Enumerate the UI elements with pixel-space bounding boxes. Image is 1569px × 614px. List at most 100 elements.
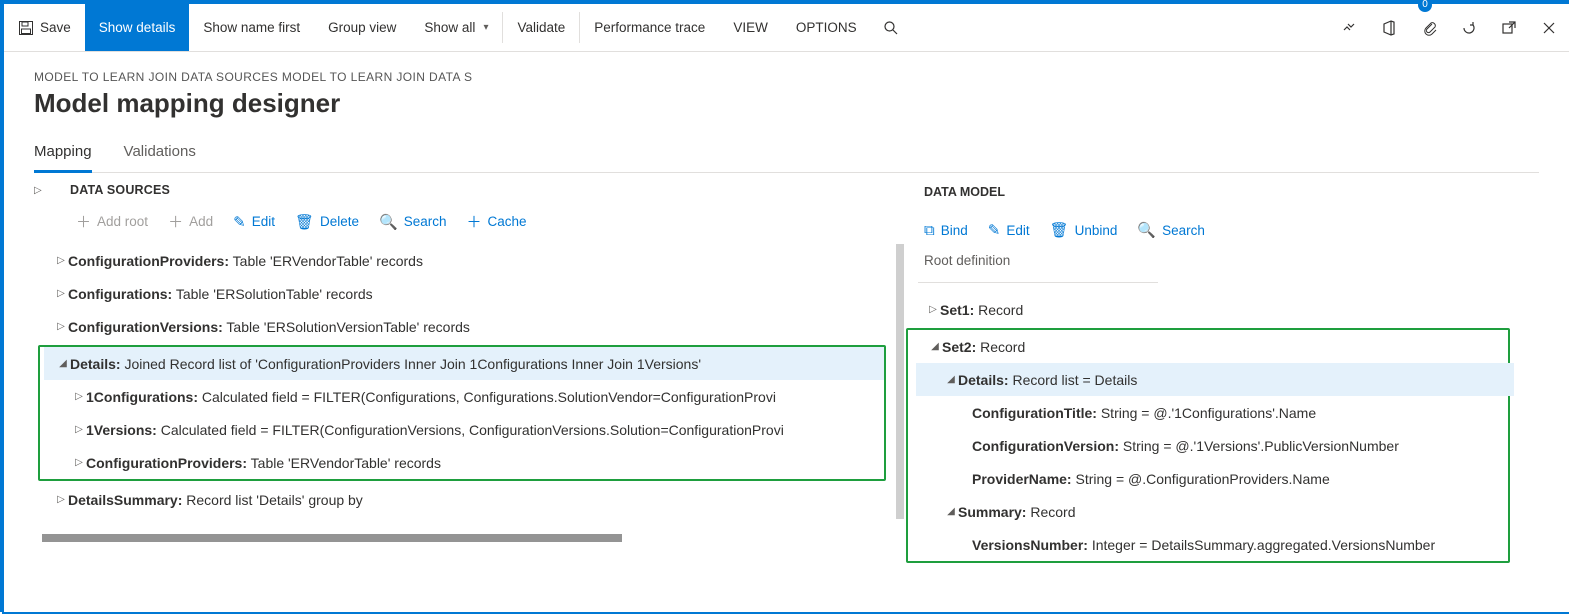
bind-label: Bind <box>941 223 968 238</box>
show-all-label: Show all <box>424 20 475 35</box>
view-menu[interactable]: VIEW <box>719 4 782 51</box>
tree-row[interactable]: ▷1Versions: Calculated field = FILTER(Co… <box>44 413 884 446</box>
edit-dm-button[interactable]: ✎Edit <box>988 221 1030 239</box>
close-icon <box>1541 20 1557 36</box>
tree-row[interactable]: ConfigurationTitle: String = @.'1Configu… <box>916 396 1508 429</box>
row-name: Configurations: <box>68 286 172 302</box>
tab-validations-label: Validations <box>124 143 196 160</box>
tree-row[interactable]: ▷Configurations: Table 'ERSolutionTable'… <box>42 277 904 310</box>
row-name: Details: <box>70 356 121 372</box>
unbind-button[interactable]: 🗑 Unbind <box>1050 221 1118 239</box>
show-all-button[interactable]: Show all▾ <box>410 4 502 51</box>
expand-icon[interactable]: ▷ <box>72 457 86 468</box>
popout-button[interactable] <box>1489 4 1529 51</box>
show-name-first-button[interactable]: Show name first <box>189 4 314 51</box>
add-root-button[interactable]: ＋ Add root <box>76 211 148 232</box>
horizontal-scrollbar-thumb[interactable] <box>42 534 622 542</box>
validate-button[interactable]: Validate <box>503 4 579 51</box>
tree-row-selected[interactable]: ◢Details: Joined Record list of 'Configu… <box>44 347 884 380</box>
expand-icon[interactable]: ▷ <box>72 391 86 402</box>
bind-button[interactable]: ⧉ Bind <box>924 221 968 239</box>
row-rest: Table 'ERVendorTable' records <box>247 455 441 471</box>
row-name: Set1: <box>940 302 974 318</box>
row-rest: Record list 'Details' group by <box>182 492 362 508</box>
expand-icon[interactable]: ▷ <box>54 494 68 505</box>
validate-label: Validate <box>517 20 565 35</box>
save-button[interactable]: Save <box>4 4 85 51</box>
data-model-tree: ▷Set1: Record ◢Set2: Record ◢Details: Re… <box>914 293 1504 563</box>
collapse-icon[interactable]: ◢ <box>56 358 70 369</box>
highlight-box-right: ◢Set2: Record ◢Details: Record list = De… <box>906 328 1510 563</box>
collapse-icon[interactable]: ◢ <box>944 506 958 517</box>
search-button[interactable] <box>871 4 911 51</box>
link-icon: ⧉ <box>924 222 935 239</box>
delete-button[interactable]: 🗑Delete <box>295 211 359 232</box>
horizontal-scrollbar-track[interactable] <box>42 534 904 542</box>
expand-icon[interactable]: ▷ <box>54 321 68 332</box>
search-dm-button[interactable]: 🔍Search <box>1137 221 1204 239</box>
collapse-icon[interactable]: ◢ <box>928 341 942 352</box>
tab-mapping[interactable]: Mapping <box>34 137 92 173</box>
expand-icon[interactable]: ▷ <box>54 288 68 299</box>
refresh-button[interactable] <box>1449 4 1489 51</box>
tree-row[interactable]: ConfigurationVersion: String = @.'1Versi… <box>916 429 1508 462</box>
row-rest: Calculated field = FILTER(ConfigurationV… <box>157 422 784 438</box>
plus-icon: ＋ <box>76 211 91 232</box>
trash-icon: 🗑 <box>1050 221 1069 239</box>
data-sources-toolbar: ＋ Add root ＋Add ✎Edit 🗑Delete 🔍Search ＋Ca… <box>34 203 904 244</box>
row-name: ConfigurationTitle: <box>972 405 1097 421</box>
tree-row[interactable]: VersionsNumber: Integer = DetailsSummary… <box>916 528 1508 561</box>
add-button[interactable]: ＋Add <box>168 211 213 232</box>
search-ds-label: Search <box>404 214 447 229</box>
show-name-first-label: Show name first <box>203 20 300 35</box>
expand-icon[interactable]: ▷ <box>54 255 68 266</box>
row-name: VersionsNumber: <box>972 537 1088 553</box>
action-bar: Save Show details Show name first Group … <box>4 4 1569 52</box>
group-view-button[interactable]: Group view <box>314 4 410 51</box>
tree-row[interactable]: ProviderName: String = @.ConfigurationPr… <box>916 462 1508 495</box>
tree-row[interactable]: ▷DetailsSummary: Record list 'Details' g… <box>42 483 904 516</box>
tree-row[interactable]: ▷ConfigurationProviders: Table 'ERVendor… <box>42 244 904 277</box>
row-rest: Record <box>974 302 1023 318</box>
cache-label: Cache <box>488 214 527 229</box>
tree-row[interactable]: ▷ConfigurationVersions: Table 'ERSolutio… <box>42 310 904 343</box>
show-details-button[interactable]: Show details <box>85 4 190 51</box>
breadcrumb: MODEL TO LEARN JOIN DATA SOURCES MODEL T… <box>34 70 1539 84</box>
performance-trace-button[interactable]: Performance trace <box>580 4 719 51</box>
tab-validations[interactable]: Validations <box>124 137 196 172</box>
link-icon <box>1341 20 1357 36</box>
vertical-scrollbar[interactable] <box>896 244 904 519</box>
expand-icon[interactable]: ▷ <box>926 304 940 315</box>
edit-button[interactable]: ✎Edit <box>233 211 275 232</box>
attachments-button[interactable]: 0 <box>1409 4 1449 51</box>
page-header: MODEL TO LEARN JOIN DATA SOURCES MODEL T… <box>4 52 1569 173</box>
tree-row[interactable]: ▷Set1: Record <box>914 293 1504 326</box>
search-icon: 🔍 <box>1137 221 1156 239</box>
expand-icon[interactable]: ▷ <box>72 424 86 435</box>
add-root-label: Add root <box>97 214 148 229</box>
unbind-label: Unbind <box>1075 223 1118 238</box>
collapse-caret-icon[interactable]: ▷ <box>34 185 52 196</box>
tree-row[interactable]: ◢Summary: Record <box>916 495 1508 528</box>
row-rest: Record <box>1026 504 1075 520</box>
collapse-icon[interactable]: ◢ <box>944 374 958 385</box>
row-name: 1Versions: <box>86 422 157 438</box>
search-icon <box>883 20 899 36</box>
tree-row[interactable]: ▷1Configurations: Calculated field = FIL… <box>44 380 884 413</box>
options-menu[interactable]: OPTIONS <box>782 4 871 51</box>
tab-bar: Mapping Validations <box>34 137 1539 173</box>
tree-row[interactable]: ▷ConfigurationProviders: Table 'ERVendor… <box>44 446 884 479</box>
search-ds-button[interactable]: 🔍Search <box>379 211 446 232</box>
attachments-badge: 0 <box>1418 0 1432 12</box>
cache-button[interactable]: ＋Cache <box>467 211 527 232</box>
data-model-panel: DATA MODEL ⧉Bind ✎Edit 🗑Unbind 🔍Search R… <box>914 173 1534 565</box>
data-model-toolbar: ⧉ Bind ✎Edit 🗑 Unbind 🔍Search <box>914 213 1504 251</box>
link-button[interactable] <box>1329 4 1369 51</box>
close-button[interactable] <box>1529 4 1569 51</box>
row-rest: Calculated field = FILTER(Configurations… <box>198 389 776 405</box>
row-rest: Integer = DetailsSummary.aggregated.Vers… <box>1088 537 1435 553</box>
tree-row-selected[interactable]: ◢Details: Record list = Details <box>916 363 1514 396</box>
row-name: Set2: <box>942 339 976 355</box>
office-button[interactable] <box>1369 4 1409 51</box>
tree-row[interactable]: ◢Set2: Record <box>916 330 1508 363</box>
